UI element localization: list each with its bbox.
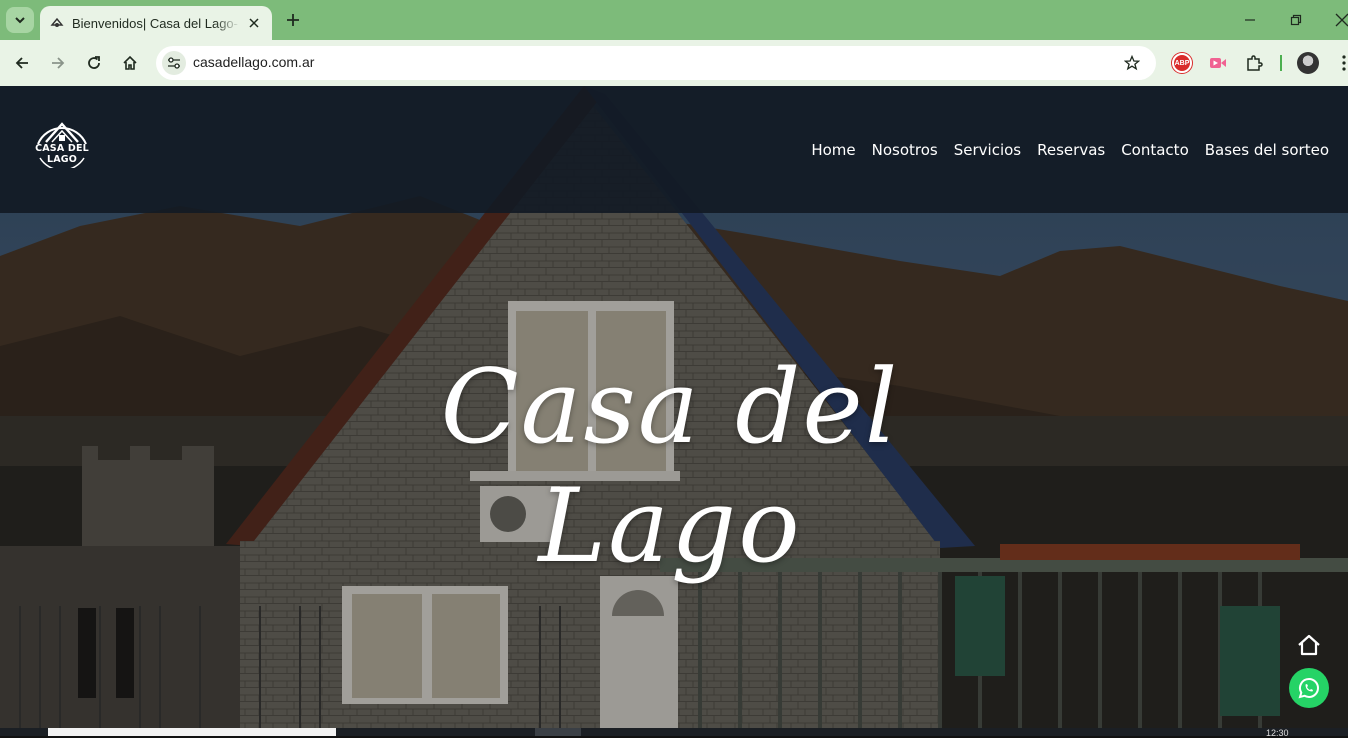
whatsapp-icon xyxy=(1298,677,1319,699)
bookmark-button[interactable] xyxy=(1122,53,1142,73)
minimize-icon xyxy=(1245,19,1255,21)
nav-bases-del-sorteo[interactable]: Bases del sorteo xyxy=(1205,141,1329,159)
taskbar-window-preview[interactable] xyxy=(48,728,336,736)
profile-button[interactable] xyxy=(1296,51,1320,75)
star-icon xyxy=(1124,55,1140,71)
nav-servicios[interactable]: Servicios xyxy=(954,141,1021,159)
restore-button[interactable] xyxy=(1284,8,1308,32)
adblock-icon: ABP xyxy=(1172,53,1192,73)
floating-home-button[interactable] xyxy=(1296,632,1322,658)
active-tab[interactable]: Bienvenidos| Casa del Lago- Ca xyxy=(40,6,272,40)
nav-home[interactable]: Home xyxy=(811,141,855,159)
nav-nosotros[interactable]: Nosotros xyxy=(872,141,938,159)
tab-close-button[interactable] xyxy=(246,15,262,31)
hero-title: Casa del Lago xyxy=(440,348,900,586)
address-bar[interactable]: casadellago.com.ar xyxy=(156,46,1156,80)
url-text[interactable]: casadellago.com.ar xyxy=(193,54,314,70)
toolbar-separator xyxy=(1280,55,1282,71)
os-taskbar: 12:30 xyxy=(0,728,1348,738)
chevron-down-icon xyxy=(15,17,25,24)
tab-search-button[interactable] xyxy=(6,7,34,33)
favicon-icon xyxy=(50,17,64,27)
adblock-extension-button[interactable]: ABP xyxy=(1170,51,1194,75)
close-icon xyxy=(1335,13,1348,27)
video-extension-button[interactable] xyxy=(1206,51,1230,75)
home-icon xyxy=(1298,634,1320,656)
forward-icon xyxy=(52,57,65,69)
main-nav: Home Nosotros Servicios Reservas Contact… xyxy=(811,141,1329,159)
new-tab-button[interactable] xyxy=(282,9,304,31)
avatar xyxy=(1297,52,1319,74)
nav-contacto[interactable]: Contacto xyxy=(1121,141,1189,159)
browser-menu-button[interactable] xyxy=(1332,51,1348,75)
puzzle-icon xyxy=(1247,55,1263,71)
extensions-menu-button[interactable] xyxy=(1242,51,1266,75)
taskbar-app-button[interactable] xyxy=(535,728,581,736)
forward-button[interactable] xyxy=(46,51,70,75)
home-button[interactable] xyxy=(118,51,142,75)
tab-title: Bienvenidos| Casa del Lago- Ca xyxy=(72,15,240,31)
browser-tab-bar: Bienvenidos| Casa del Lago- Ca xyxy=(0,0,1348,40)
home-icon xyxy=(123,55,137,70)
logo-text: CASA DEL LAGO xyxy=(35,143,89,165)
close-icon xyxy=(249,18,259,28)
kebab-menu-icon xyxy=(1342,55,1346,71)
extension-icon xyxy=(1210,58,1226,68)
site-logo[interactable]: CASA DEL LAGO xyxy=(24,112,100,168)
web-page: CASA DEL LAGO Home Nosotros Servicios Re… xyxy=(0,86,1348,728)
site-header: CASA DEL LAGO Home Nosotros Servicios Re… xyxy=(0,86,1348,213)
plus-icon xyxy=(287,14,299,26)
whatsapp-button[interactable] xyxy=(1289,668,1329,708)
site-info-button[interactable] xyxy=(162,51,186,75)
browser-toolbar: casadellago.com.ar ABP xyxy=(0,40,1348,86)
reload-icon xyxy=(88,56,100,69)
restore-icon xyxy=(1290,14,1302,26)
back-button[interactable] xyxy=(10,51,34,75)
reload-button[interactable] xyxy=(82,51,106,75)
nav-reservas[interactable]: Reservas xyxy=(1037,141,1105,159)
minimize-button[interactable] xyxy=(1238,8,1262,32)
back-icon xyxy=(15,57,28,69)
tune-icon xyxy=(168,57,180,69)
window-close-button[interactable] xyxy=(1330,8,1348,32)
